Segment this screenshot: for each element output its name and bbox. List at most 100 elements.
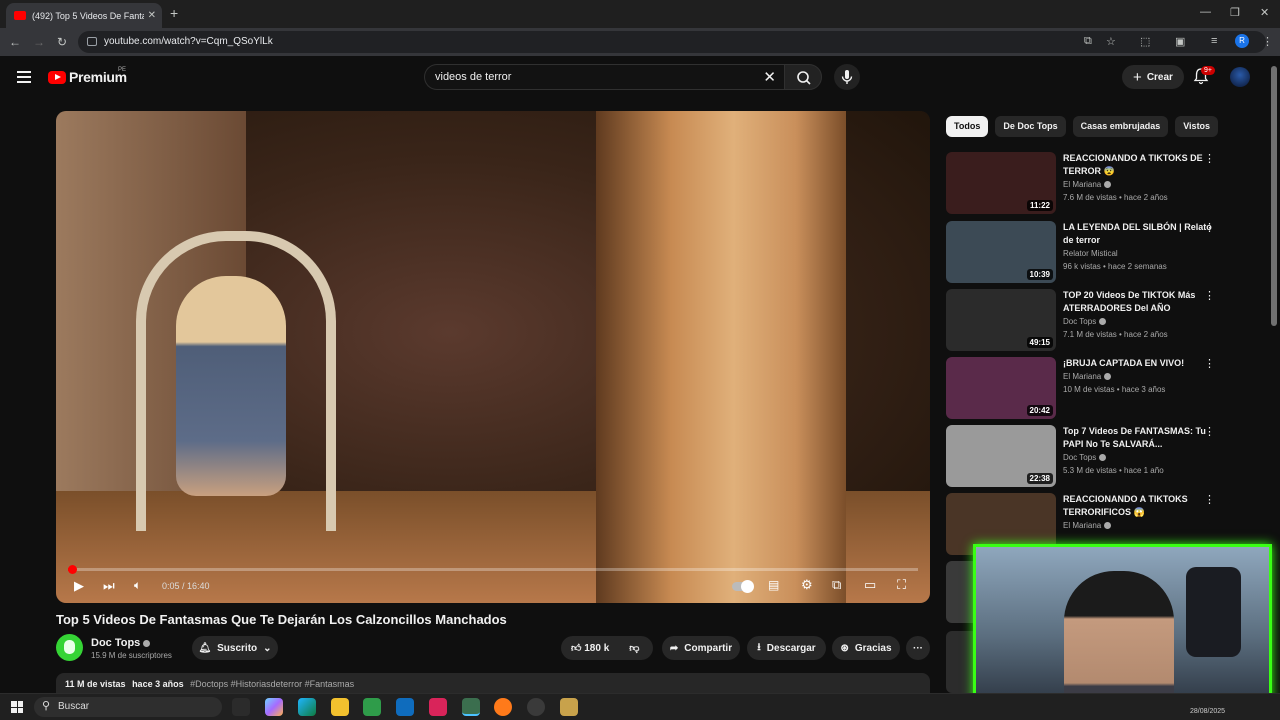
more-vertical-icon[interactable]: ⋮ — [1204, 493, 1215, 506]
video-thumbnail[interactable]: 11:22 — [946, 152, 1056, 214]
task-view-icon[interactable] — [232, 698, 250, 716]
share-button[interactable]: ➦ Compartir — [662, 636, 740, 660]
tab-close-icon[interactable]: ✕ — [148, 10, 156, 21]
search-query[interactable]: videos de terror — [435, 71, 511, 83]
close-window-icon[interactable]: ✕ — [1260, 6, 1269, 19]
recommendation-item[interactable]: 22:38 Top 7 Videos De FANTASMAS: Tu PAPI… — [946, 425, 1246, 487]
reload-icon[interactable]: ↻ — [57, 35, 67, 49]
miniplayer-icon[interactable]: ⧉ — [832, 577, 841, 593]
autoplay-toggle[interactable] — [732, 580, 754, 593]
game-launcher-icon[interactable] — [560, 698, 578, 716]
new-tab-button[interactable]: + — [170, 5, 178, 21]
video-progress-bar[interactable] — [68, 565, 918, 574]
channel-avatar[interactable] — [56, 634, 83, 661]
outlook-icon[interactable] — [396, 698, 414, 716]
recommendation-title: TOP 20 Videos De TIKTOK Más ATERRADORES … — [1063, 290, 1196, 313]
taskbar-date: 28/08/2025 — [1190, 708, 1226, 715]
copilot-icon[interactable] — [265, 698, 283, 716]
menu-dots-icon[interactable]: ⋮ — [1262, 35, 1273, 48]
more-vertical-icon[interactable]: ⋮ — [1204, 221, 1215, 234]
recommendation-channel[interactable]: Doc Tops — [1063, 317, 1107, 326]
search-button[interactable] — [784, 64, 822, 90]
chrome-icon[interactable] — [462, 698, 480, 716]
verified-icon — [1104, 373, 1112, 381]
recommendation-channel[interactable]: Relator Mistical — [1063, 249, 1118, 258]
create-button[interactable]: + Crear — [1122, 65, 1184, 89]
forward-icon[interactable]: → — [33, 35, 45, 49]
clear-search-icon[interactable]: ✕ — [763, 68, 776, 86]
minimize-icon[interactable]: — — [1200, 6, 1211, 18]
url-text[interactable]: youtube.com/watch?v=Cqm_QSoYlLk — [104, 36, 273, 47]
site-info-icon[interactable] — [87, 37, 97, 46]
subscribed-button[interactable]: 🔔︎ Suscrito ⌄ — [192, 636, 278, 660]
page-scrollbar[interactable] — [1271, 66, 1277, 326]
settings-gear-icon[interactable]: ⚙ — [801, 577, 813, 593]
video-thumbnail[interactable]: 20:42 — [946, 357, 1056, 419]
subtitles-icon[interactable]: ▤ — [768, 578, 779, 592]
subscribed-label: Suscrito — [217, 642, 258, 654]
account-avatar[interactable] — [1230, 67, 1250, 87]
search-input[interactable]: videos de terror ✕ — [424, 64, 784, 90]
windows-start-icon[interactable] — [11, 701, 23, 713]
back-icon[interactable]: ← — [9, 35, 21, 49]
recommendation-item[interactable]: 20:42 ¡BRUJA CAPTADA EN VIVO! El Mariana… — [946, 357, 1246, 419]
search-icon — [797, 71, 811, 85]
recommendation-channel[interactable]: El Mariana — [1063, 372, 1112, 381]
notification-badge: 9+ — [1201, 66, 1215, 75]
profile-avatar[interactable]: R — [1235, 34, 1249, 48]
more-vertical-icon[interactable]: ⋮ — [1204, 152, 1215, 165]
video-thumbnail[interactable]: 10:39 — [946, 221, 1056, 283]
dislike-button[interactable]: 👎︎ — [629, 642, 639, 654]
file-explorer-icon[interactable] — [331, 698, 349, 716]
voice-search-button[interactable] — [834, 64, 860, 90]
media-controls-icon[interactable]: ≡ — [1211, 35, 1217, 47]
channel-name[interactable]: Doc Tops — [91, 637, 151, 649]
bookmark-star-icon[interactable]: ☆ — [1106, 35, 1116, 48]
install-app-icon[interactable]: ⧉ — [1084, 35, 1092, 48]
more-vertical-icon[interactable]: ⋮ — [1204, 289, 1215, 302]
theater-mode-icon[interactable]: ▭ — [864, 577, 876, 593]
recommendation-channel[interactable]: Doc Tops — [1063, 453, 1107, 462]
video-thumbnail[interactable]: 22:38 — [946, 425, 1056, 487]
hashtags[interactable]: #Doctops #Historiasdeterror #Fantasmas — [190, 679, 354, 689]
taskbar-search-label: Buscar — [58, 701, 90, 712]
store-icon[interactable] — [363, 698, 381, 716]
obs-icon[interactable] — [527, 698, 545, 716]
app-icon[interactable] — [429, 698, 447, 716]
taskbar-search[interactable]: ⚲ Buscar — [34, 697, 222, 717]
play-icon[interactable]: ▶ — [74, 578, 84, 594]
chip-todos[interactable]: Todos — [946, 116, 989, 137]
edge-icon[interactable] — [298, 698, 316, 716]
recommendation-item[interactable]: 49:15 TOP 20 Videos De TIKTOK Más ATERRA… — [946, 289, 1246, 351]
hamburger-menu-icon[interactable] — [17, 71, 31, 83]
webcam-background — [1186, 567, 1241, 657]
restore-icon[interactable]: ❐ — [1230, 6, 1240, 19]
recommendation-item[interactable]: 10:39 LA LEYENDA DEL SILBÓN | Relato de … — [946, 221, 1246, 283]
recommendation-channel[interactable]: El Mariana — [1063, 521, 1112, 530]
extensions-icon[interactable]: ⬚ — [1140, 35, 1150, 48]
recommendation-title: Top 7 Videos De FANTASMAS: Tu PAPI No Te… — [1063, 426, 1206, 449]
chip-vistos[interactable]: Vistos — [1175, 116, 1219, 137]
youtube-logo[interactable]: Premium PE — [48, 67, 127, 85]
chip-casas-embrujadas[interactable]: Casas embrujadas — [1072, 116, 1169, 137]
chip-de-doc-tops[interactable]: De Doc Tops — [995, 116, 1066, 137]
more-vertical-icon[interactable]: ⋮ — [1204, 425, 1215, 438]
like-button[interactable]: 👍︎ 180 k — [571, 642, 609, 654]
download-button[interactable]: ⭳ Descargar — [747, 636, 826, 660]
video-thumbnail[interactable]: 49:15 — [946, 289, 1056, 351]
recommendation-item[interactable]: 11:22 REACCIONANDO A TIKTOKS DE TERROR 😨… — [946, 152, 1246, 214]
recommendation-meta: 7.1 M de vistas • hace 2 años — [1063, 330, 1168, 339]
thanks-button[interactable]: ⊛ Gracias — [832, 636, 900, 660]
more-actions-button[interactable]: ··· — [906, 636, 930, 660]
thanks-icon: ⊛ — [840, 642, 849, 654]
next-icon[interactable]: ⏭ — [103, 578, 115, 594]
more-vertical-icon[interactable]: ⋮ — [1204, 357, 1215, 370]
fullscreen-icon[interactable]: ⛶ — [897, 577, 906, 593]
side-panel-icon[interactable]: ▣ — [1175, 35, 1185, 48]
video-player[interactable]: ▶ ⏭ 🔈︎ 0:05 / 16:40 ▤ ⚙ ⧉ ▭ ⛶ — [56, 111, 930, 603]
firefox-icon[interactable] — [494, 698, 512, 716]
volume-icon[interactable]: 🔈︎ — [134, 578, 141, 593]
video-frame-door — [596, 111, 846, 603]
recommendation-channel[interactable]: El Mariana — [1063, 180, 1112, 189]
browser-tab[interactable]: (492) Top 5 Videos De Fantasmas ✕ — [6, 3, 162, 28]
